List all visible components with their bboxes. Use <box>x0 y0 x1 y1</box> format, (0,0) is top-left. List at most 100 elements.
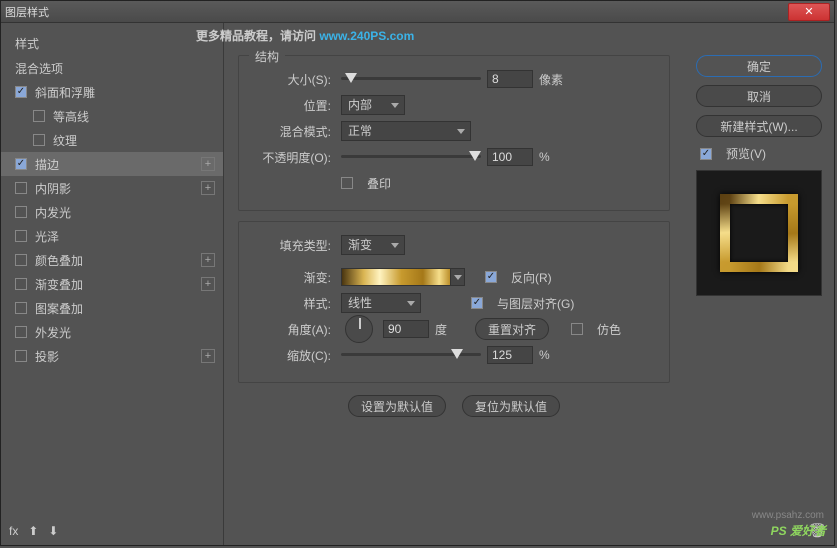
scale-label: 缩放(C): <box>251 347 335 364</box>
alignlayer-label: 与图层对齐(G) <box>497 295 574 312</box>
position-label: 位置: <box>251 97 335 114</box>
angle-input[interactable]: 90 <box>383 320 429 338</box>
style-item-0[interactable]: 斜面和浮雕 <box>1 80 223 104</box>
preview-checkbox[interactable] <box>700 148 712 160</box>
titlebar: 图层样式 ✕ <box>1 1 834 23</box>
filltype-label: 填充类型: <box>251 237 335 254</box>
reset-default-button[interactable]: 复位为默认值 <box>462 395 560 417</box>
style-checkbox[interactable] <box>33 110 45 122</box>
style-label: 内阴影 <box>35 180 201 197</box>
blending-options-label: 混合选项 <box>15 60 215 77</box>
dither-label: 仿色 <box>597 321 621 338</box>
angle-label: 角度(A): <box>251 321 335 338</box>
add-effect-icon[interactable]: + <box>201 253 215 267</box>
preview-content <box>720 194 798 272</box>
add-effect-icon[interactable]: + <box>201 349 215 363</box>
style-item-7[interactable]: 颜色叠加+ <box>1 248 223 272</box>
reset-align-button[interactable]: 重置对齐 <box>475 318 549 340</box>
opacity-slider[interactable] <box>341 150 481 164</box>
window-title: 图层样式 <box>5 4 788 20</box>
size-label: 大小(S): <box>251 71 335 88</box>
style-label: 斜面和浮雕 <box>35 84 215 101</box>
promo-text: 更多精品教程，请访问 <box>196 29 319 43</box>
style-label: 外发光 <box>35 324 215 341</box>
preview-label: 预览(V) <box>726 145 766 162</box>
scale-slider[interactable] <box>341 348 481 362</box>
main-panel: 结构 大小(S): 8 像素 位置: 内部 混合模式: 正常 不透明度(O): <box>224 23 684 545</box>
opacity-label: 不透明度(O): <box>251 149 335 166</box>
angle-dial[interactable] <box>345 315 373 343</box>
style-label: 纹理 <box>53 132 215 149</box>
style-item-11[interactable]: 投影+ <box>1 344 223 368</box>
style-item-3[interactable]: 描边+ <box>1 152 223 176</box>
fx-icon[interactable]: fx <box>9 524 18 538</box>
arrow-down-icon[interactable]: ⬇ <box>48 524 58 538</box>
style-checkbox[interactable] <box>15 278 27 290</box>
preview-thumbnail <box>696 170 822 296</box>
style-item-8[interactable]: 渐变叠加+ <box>1 272 223 296</box>
gradstyle-select[interactable]: 线性 <box>341 293 421 313</box>
style-checkbox[interactable] <box>15 254 27 266</box>
overprint-checkbox[interactable] <box>341 177 353 189</box>
size-unit: 像素 <box>539 71 563 88</box>
opacity-input[interactable]: 100 <box>487 148 533 166</box>
blendmode-select[interactable]: 正常 <box>341 121 471 141</box>
right-pane: 确定 取消 新建样式(W)... 预览(V) <box>684 23 834 545</box>
style-checkbox[interactable] <box>15 206 27 218</box>
style-item-2[interactable]: 纹理 <box>1 128 223 152</box>
gradstyle-label: 样式: <box>251 295 335 312</box>
promo-overlay: 更多精品教程，请访问 www.240PS.com <box>196 23 414 46</box>
blendmode-label: 混合模式: <box>251 123 335 140</box>
gradient-dropdown-icon[interactable] <box>451 268 465 286</box>
style-checkbox[interactable] <box>15 350 27 362</box>
opacity-unit: % <box>539 150 550 164</box>
reverse-checkbox[interactable] <box>485 271 497 283</box>
style-label: 渐变叠加 <box>35 276 201 293</box>
scale-unit: % <box>539 348 550 362</box>
style-checkbox[interactable] <box>15 230 27 242</box>
style-item-10[interactable]: 外发光 <box>1 320 223 344</box>
style-checkbox[interactable] <box>15 86 27 98</box>
arrow-up-icon[interactable]: ⬆ <box>28 524 38 538</box>
style-item-9[interactable]: 图案叠加 <box>1 296 223 320</box>
ok-button[interactable]: 确定 <box>696 55 822 77</box>
dither-checkbox[interactable] <box>571 323 583 335</box>
style-item-6[interactable]: 光泽 <box>1 224 223 248</box>
overprint-label: 叠印 <box>367 175 391 192</box>
filltype-select[interactable]: 渐变 <box>341 235 405 255</box>
size-slider[interactable] <box>341 72 481 86</box>
style-item-5[interactable]: 内发光 <box>1 200 223 224</box>
gradient-label: 渐变: <box>251 269 335 286</box>
cancel-button[interactable]: 取消 <box>696 85 822 107</box>
style-label: 颜色叠加 <box>35 252 201 269</box>
watermark-url: www.psahz.com <box>752 510 824 521</box>
style-label: 内发光 <box>35 204 215 221</box>
size-input[interactable]: 8 <box>487 70 533 88</box>
style-item-1[interactable]: 等高线 <box>1 104 223 128</box>
add-effect-icon[interactable]: + <box>201 181 215 195</box>
angle-unit: 度 <box>435 321 447 338</box>
style-checkbox[interactable] <box>15 326 27 338</box>
new-style-button[interactable]: 新建样式(W)... <box>696 115 822 137</box>
blending-options[interactable]: 混合选项 <box>1 56 223 80</box>
style-checkbox[interactable] <box>15 302 27 314</box>
gradient-swatch[interactable] <box>341 268 451 286</box>
style-checkbox[interactable] <box>15 158 27 170</box>
style-checkbox[interactable] <box>15 182 27 194</box>
style-label: 投影 <box>35 348 201 365</box>
make-default-button[interactable]: 设置为默认值 <box>348 395 446 417</box>
style-label: 描边 <box>35 156 201 173</box>
style-item-4[interactable]: 内阴影+ <box>1 176 223 200</box>
style-checkbox[interactable] <box>33 134 45 146</box>
structure-group: 结构 大小(S): 8 像素 位置: 内部 混合模式: 正常 不透明度(O): <box>238 55 670 211</box>
add-effect-icon[interactable]: + <box>201 277 215 291</box>
fill-group: 填充类型: 渐变 渐变: 反向(R) 样式: 线性 <box>238 221 670 383</box>
scale-input[interactable]: 125 <box>487 346 533 364</box>
promo-url: www.240PS.com <box>319 29 414 43</box>
close-button[interactable]: ✕ <box>788 3 830 21</box>
watermark-logo: PS 爱好者 <box>771 522 826 539</box>
alignlayer-checkbox[interactable] <box>471 297 483 309</box>
add-effect-icon[interactable]: + <box>201 157 215 171</box>
structure-title: 结构 <box>249 48 285 65</box>
position-select[interactable]: 内部 <box>341 95 405 115</box>
